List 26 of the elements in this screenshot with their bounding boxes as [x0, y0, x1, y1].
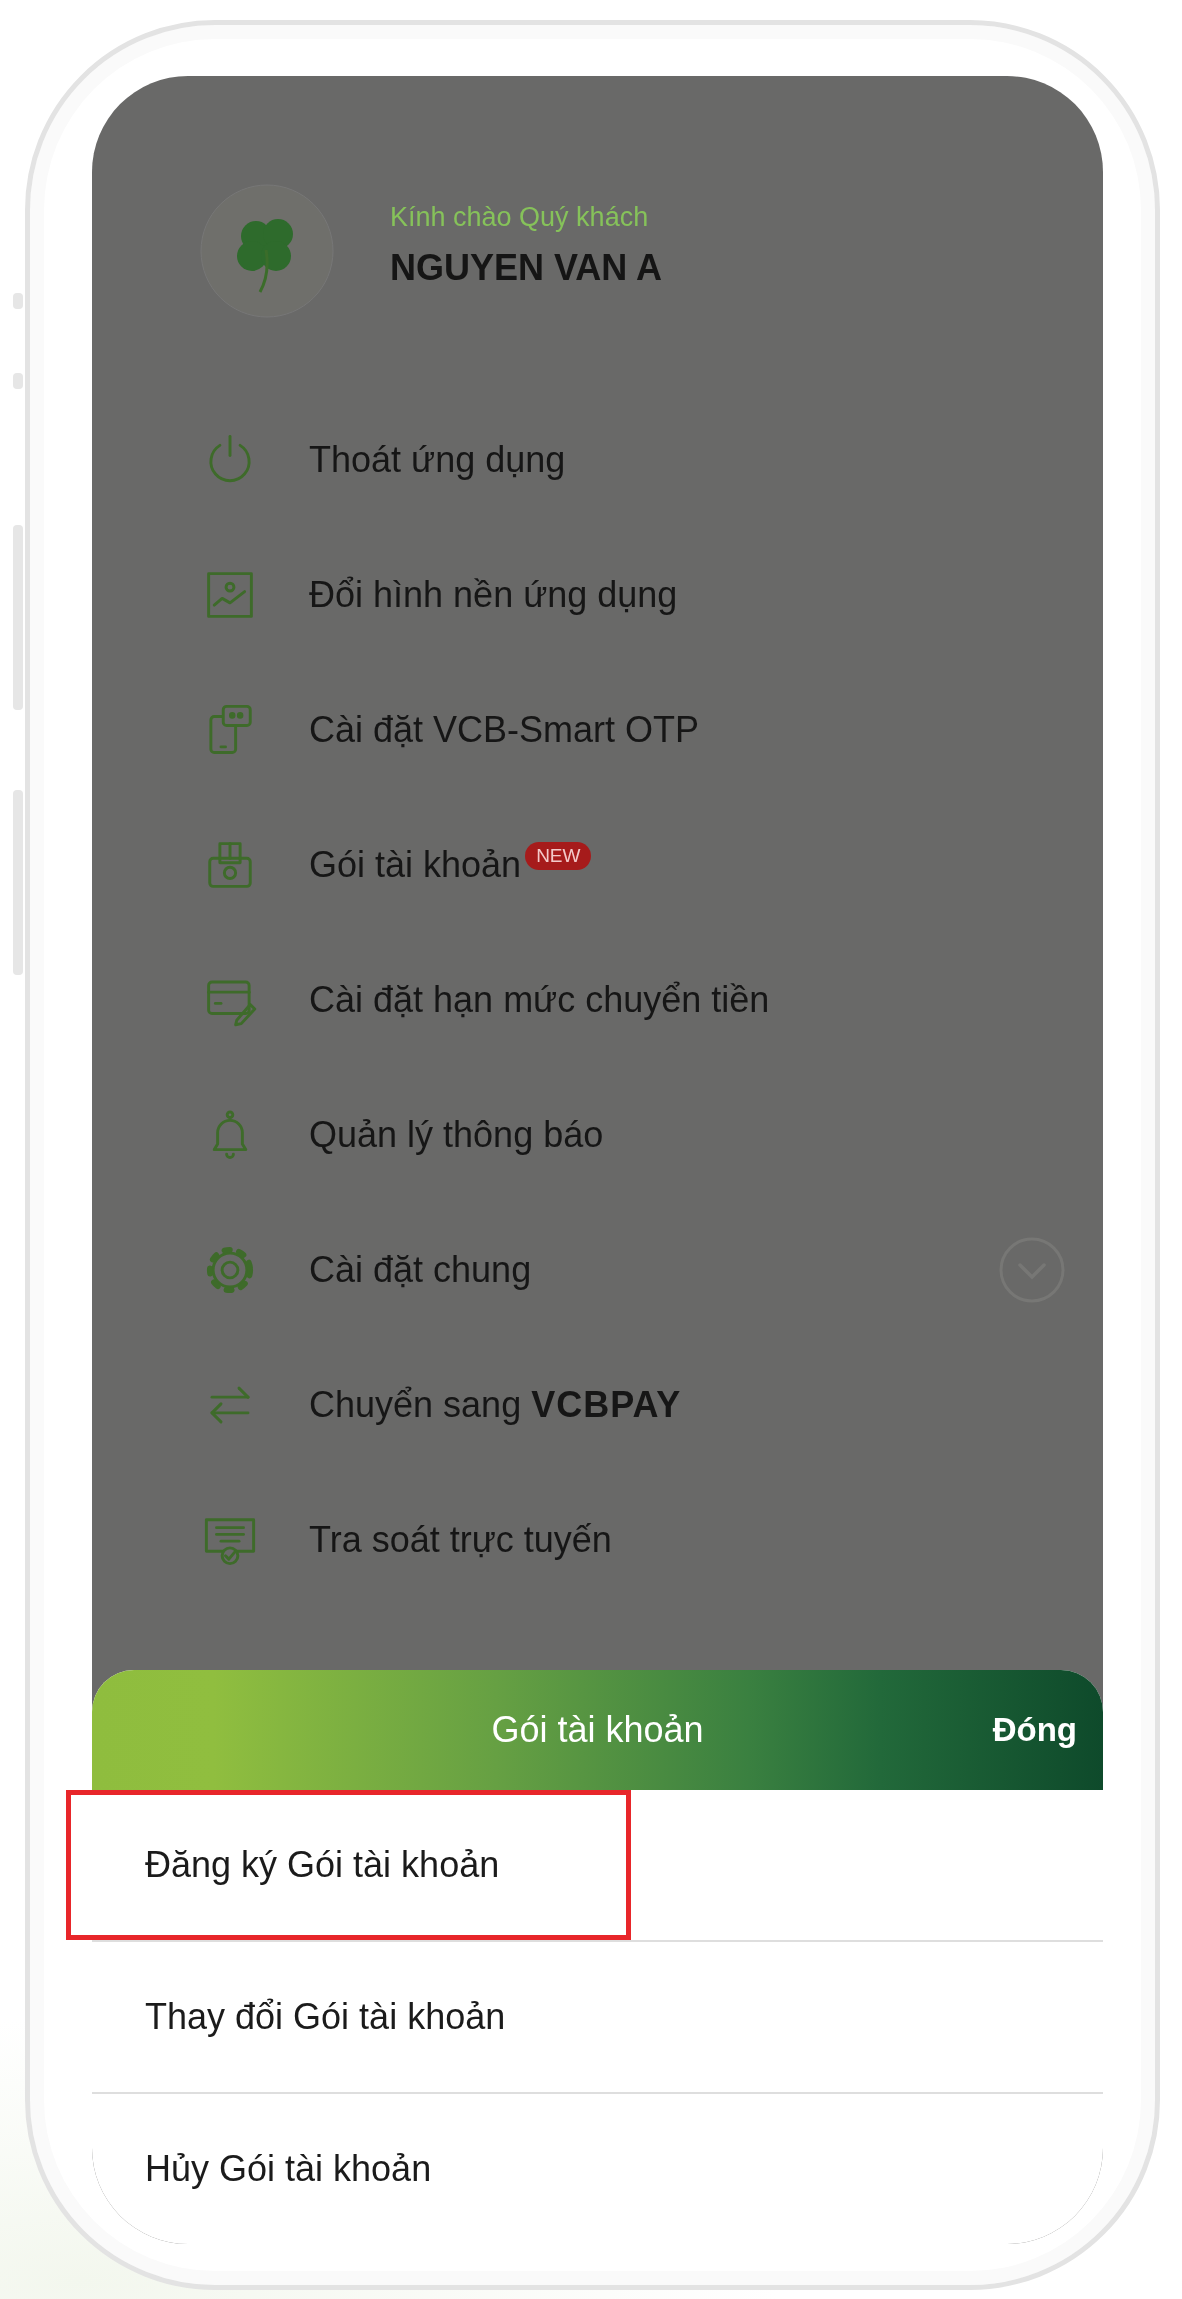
close-button[interactable]: Đóng [992, 1705, 1077, 1755]
menu-item-label: Cài đặt chung [309, 1248, 532, 1291]
sheet-option[interactable]: Thay đổi Gói tài khoản [92, 1942, 1103, 2094]
menu-item-label: Cài đặt VCB-Smart OTP [309, 708, 700, 751]
menu-item[interactable]: Chuyển sang VCBPAY [92, 1337, 1103, 1472]
menu-item[interactable]: Thoát ứng dụng [92, 392, 1103, 527]
menu-item[interactable]: Đổi hình nền ứng dụng [92, 527, 1103, 662]
sheet-option[interactable]: Đăng ký Gói tài khoản [92, 1790, 1103, 1942]
menu-item-label: Cài đặt hạn mức chuyển tiền [309, 978, 770, 1021]
menu-item-label: Quản lý thông báo [309, 1113, 604, 1156]
greeting-text: Kính chào Quý khách [390, 201, 650, 233]
menu-item[interactable]: Tra soát trực tuyến [92, 1472, 1103, 1607]
menu-item-label: Chuyển sang VCBPAY [309, 1383, 682, 1426]
menu-item[interactable]: Quản lý thông báo [92, 1067, 1103, 1202]
menu-item[interactable]: Gói tài khoản NEW [92, 797, 1103, 932]
menu-item-label: Thoát ứng dụng [309, 438, 566, 481]
menu-item-label: Tra soát trực tuyến [309, 1518, 612, 1561]
menu-item[interactable]: Cài đặt VCB-Smart OTP [92, 662, 1103, 797]
menu-item[interactable]: Cài đặt hạn mức chuyển tiền [92, 932, 1103, 1067]
menu-item-label: Gói tài khoản [309, 843, 522, 886]
sheet-title: Gói tài khoản [491, 1709, 704, 1751]
new-badge: NEW [525, 842, 592, 870]
menu-item[interactable]: Cài đặt chung [92, 1202, 1103, 1337]
user-name: NGUYEN VAN A [390, 246, 663, 289]
sheet-option[interactable]: Hủy Gói tài khoản [92, 2094, 1103, 2244]
menu-item-label: Đổi hình nền ứng dụng [309, 573, 678, 616]
